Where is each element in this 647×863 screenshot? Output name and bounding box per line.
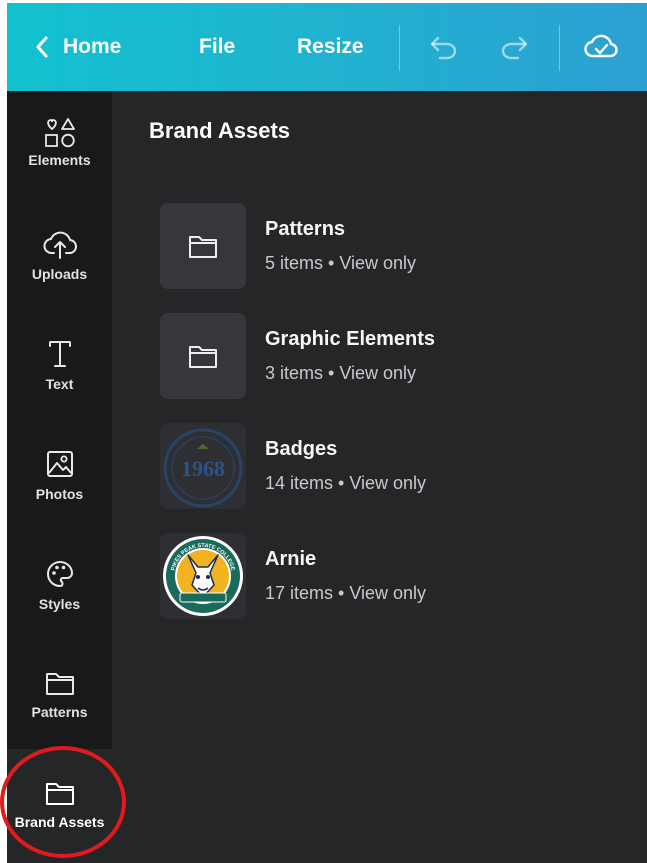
file-menu-button[interactable]: File: [199, 3, 235, 91]
folder-name: Patterns: [265, 218, 346, 240]
folder-name: Graphic Elements: [265, 328, 436, 350]
arnie-logo-image: PIKES PEAK STATE COLLEGE: [163, 536, 243, 616]
folder-name: Arnie: [265, 548, 317, 570]
folder-thumbnail: PIKES PEAK STATE COLLEGE: [160, 533, 246, 619]
sidebar-item-styles[interactable]: Styles: [7, 558, 112, 658]
redo-icon: [501, 36, 528, 60]
folder-meta: 14 items • View only: [265, 473, 427, 493]
sidebar-item-label: Text: [45, 376, 74, 392]
redo-button[interactable]: [496, 29, 532, 65]
image-icon: [46, 451, 73, 477]
sidebar-item-elements[interactable]: Elements: [7, 116, 112, 216]
sidebar-item-label: Styles: [38, 596, 81, 612]
text-icon: [48, 341, 71, 367]
folder-icon: [189, 346, 217, 368]
sidebar-item-label: Brand Assets: [14, 814, 105, 830]
folder-item-badges[interactable]: 1968 Badges 14 items • View only: [160, 423, 560, 509]
folder-item-graphic-elements[interactable]: Graphic Elements 3 items • View only: [160, 313, 560, 399]
home-button[interactable]: Home: [35, 3, 121, 91]
chevron-left-icon: [36, 36, 48, 58]
sidebar-item-label: Uploads: [31, 266, 88, 282]
panel-title: Brand Assets: [149, 118, 291, 143]
folder-thumbnail: [160, 313, 246, 399]
sidebar-item-label: Patterns: [31, 704, 88, 720]
home-label: Home: [63, 35, 122, 58]
folder-meta: 5 items • View only: [265, 253, 417, 273]
top-toolbar: Home File Resize: [7, 3, 647, 91]
folder-name: Badges: [265, 438, 338, 460]
sidebar-item-patterns[interactable]: Patterns: [7, 668, 112, 768]
folder-item-arnie[interactable]: PIKES PEAK STATE COLLEGE Arnie 17 items …: [160, 533, 560, 619]
toolbar-divider: [399, 25, 400, 71]
sidebar-item-photos[interactable]: Photos: [7, 448, 112, 548]
folder-icon: [45, 783, 74, 805]
folder-meta: 17 items • View only: [265, 583, 427, 603]
folder-icon: [189, 236, 217, 258]
toolbar-divider: [559, 25, 560, 71]
folder-thumbnail: [160, 203, 246, 289]
resize-button[interactable]: Resize: [297, 3, 364, 91]
undo-button[interactable]: [426, 29, 462, 65]
folder-item-patterns[interactable]: Patterns 5 items • View only: [160, 203, 560, 289]
sidebar-item-label: Elements: [28, 152, 91, 168]
cloud-saved-icon: [584, 34, 618, 58]
sidebar-item-label: Photos: [35, 486, 84, 502]
sidebar-item-uploads[interactable]: Uploads: [7, 228, 112, 328]
sidebar-item-text[interactable]: Text: [7, 338, 112, 438]
folder-icon: [45, 673, 74, 695]
shapes-icon: [44, 118, 75, 148]
folder-thumbnail: 1968: [160, 423, 246, 509]
undo-icon: [430, 36, 457, 60]
palette-icon: [46, 561, 73, 587]
badge-year-text: 1968: [181, 456, 225, 481]
sidebar-item-brand-assets[interactable]: Brand Assets: [7, 778, 112, 863]
cloud-upload-icon: [43, 231, 77, 259]
save-status-button[interactable]: [583, 29, 619, 65]
badge-1968-image: 1968: [163, 428, 243, 508]
folder-meta: 3 items • View only: [265, 363, 417, 383]
